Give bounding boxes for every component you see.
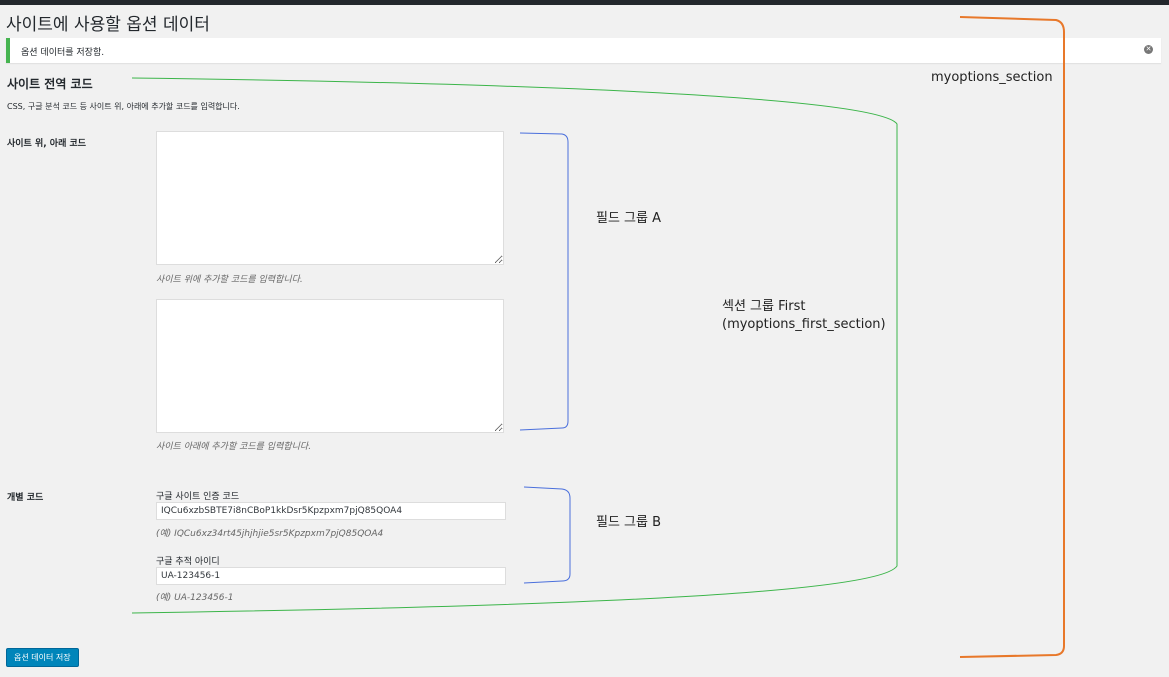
section-group-bracket xyxy=(131,77,898,614)
outer-section-bracket xyxy=(959,16,1065,658)
field-group-b-annotation: 필드 그룹 B xyxy=(596,515,662,530)
annotation-overlay xyxy=(131,16,1065,658)
field-group-a-bracket xyxy=(519,132,569,431)
section-group-annotation: 섹션 그룹 First (myoptions_first_section) xyxy=(722,299,886,332)
field-group-b-bracket xyxy=(523,486,571,584)
outer-section-annotation: myoptions_section xyxy=(931,70,1053,85)
field-group-a-annotation: 필드 그룹 A xyxy=(596,211,661,226)
